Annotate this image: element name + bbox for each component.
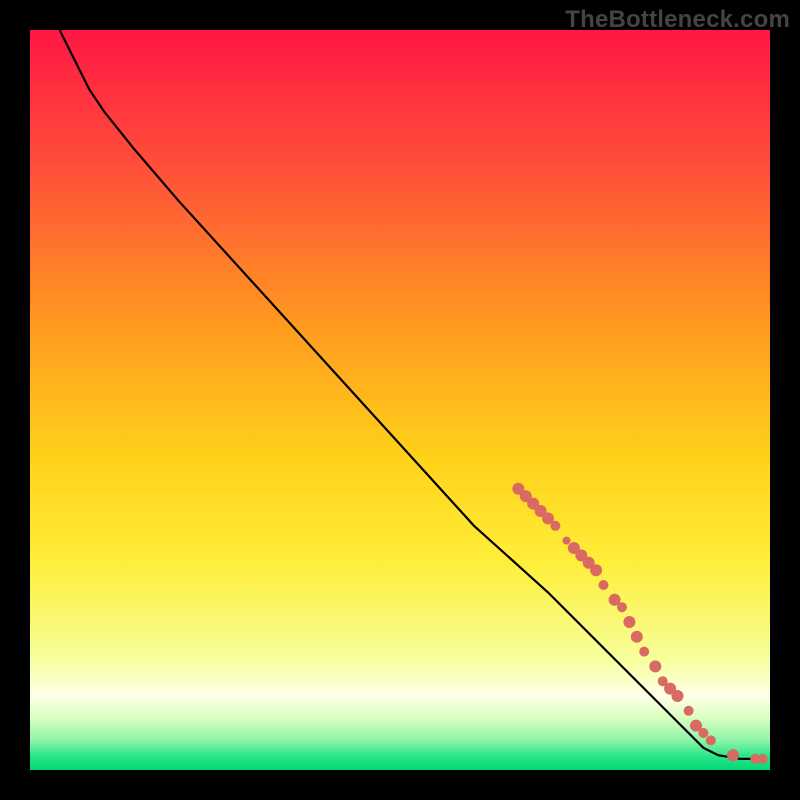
gradient-background [30, 30, 770, 770]
chart-svg [30, 30, 770, 770]
data-marker [599, 580, 609, 590]
data-marker [758, 754, 768, 764]
data-marker [672, 690, 684, 702]
data-marker [727, 749, 739, 761]
data-marker [684, 706, 694, 716]
data-marker [649, 660, 661, 672]
data-marker [550, 521, 560, 531]
data-marker [631, 631, 643, 643]
data-marker [623, 616, 635, 628]
data-marker [698, 728, 708, 738]
data-marker [617, 602, 627, 612]
data-marker [590, 564, 602, 576]
data-marker [639, 647, 649, 657]
data-marker [706, 735, 716, 745]
watermark-text: TheBottleneck.com [565, 6, 790, 34]
data-marker [563, 537, 571, 545]
chart-canvas [30, 30, 770, 770]
